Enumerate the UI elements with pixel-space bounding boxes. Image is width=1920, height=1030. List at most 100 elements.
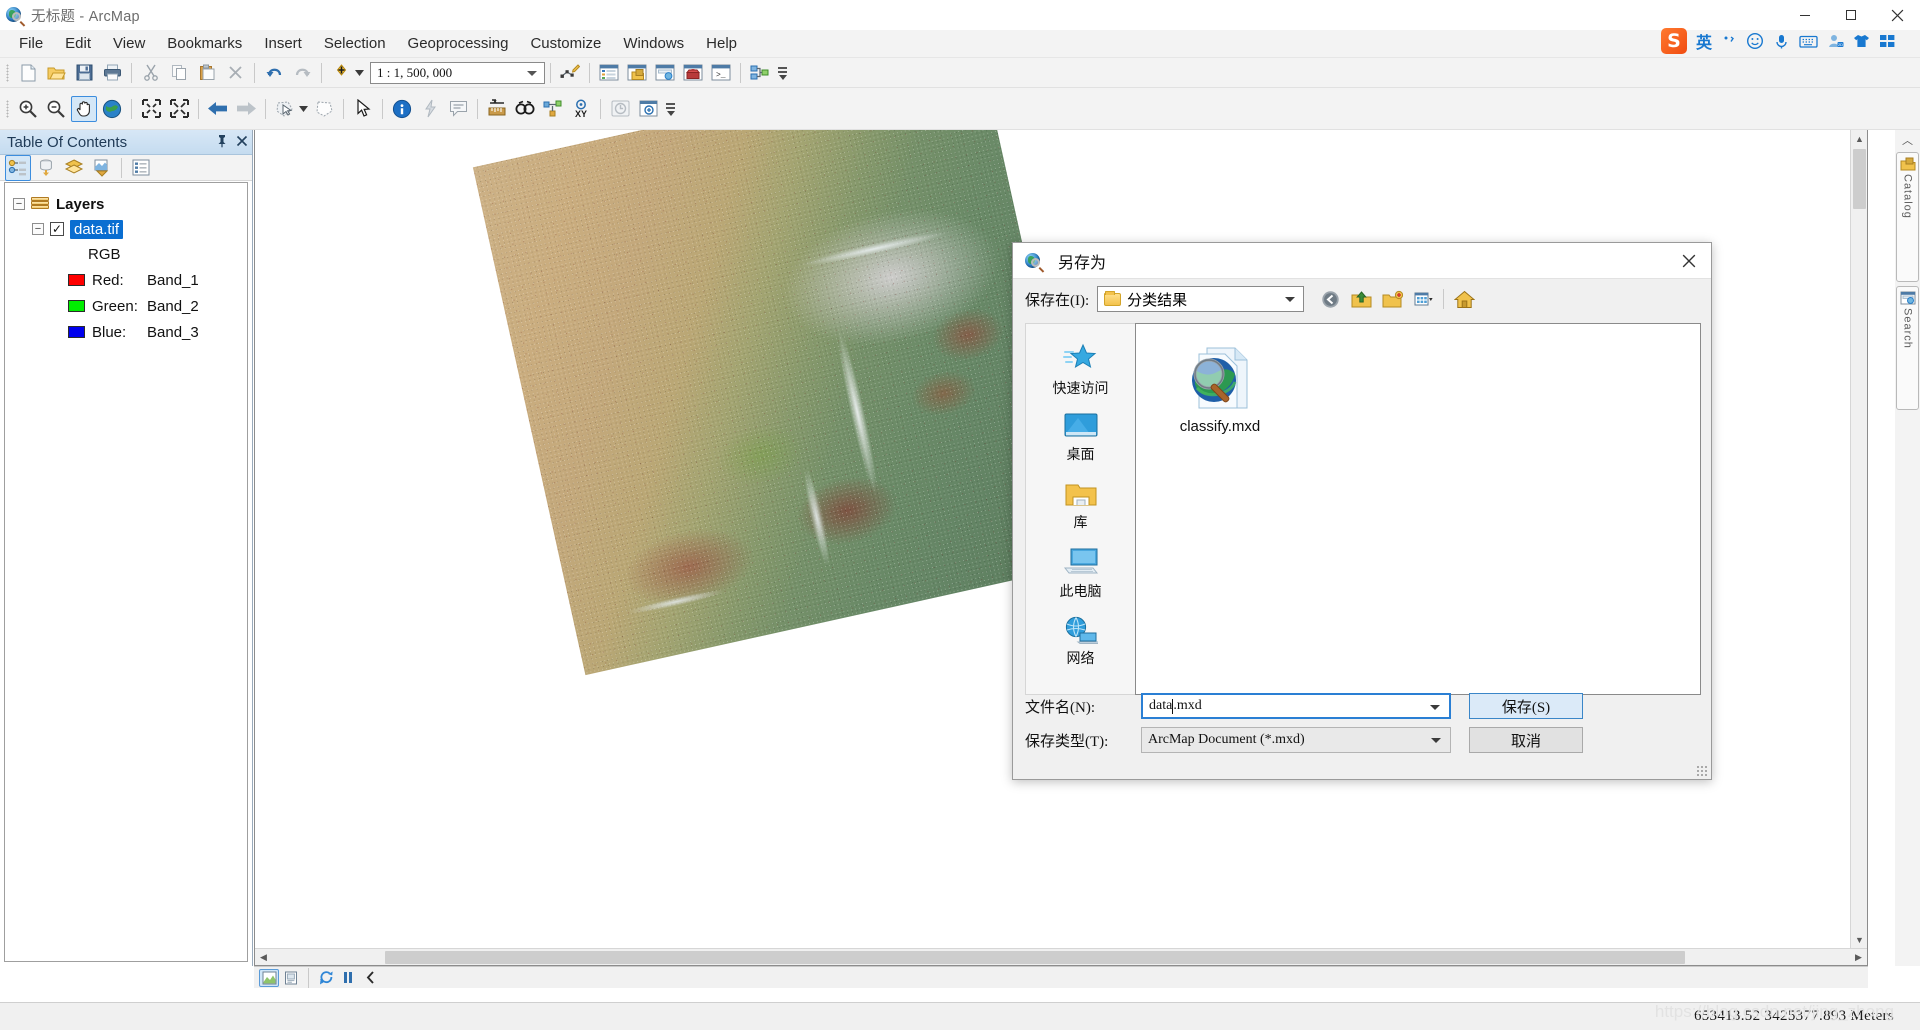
toolbar-overflow-button[interactable] xyxy=(776,56,789,90)
menu-selection[interactable]: Selection xyxy=(313,31,397,57)
green-band-swatch[interactable] xyxy=(68,300,85,312)
list-by-source-icon[interactable] xyxy=(33,155,59,181)
fixed-zoom-in-icon[interactable] xyxy=(138,96,164,122)
place-network[interactable]: 网络 xyxy=(1026,608,1135,676)
collapse-icon[interactable] xyxy=(360,969,380,987)
vertical-scroll-thumb[interactable] xyxy=(1853,149,1866,209)
filetype-combobox[interactable]: ArcMap Document (*.mxd) xyxy=(1141,727,1451,753)
toolbar-overflow-button[interactable] xyxy=(664,92,677,126)
dock-tab-catalog[interactable]: Catalog xyxy=(1896,152,1919,282)
scroll-up-icon[interactable]: ▲ xyxy=(1851,130,1867,147)
toc-node-layers[interactable]: − Layers xyxy=(5,193,247,215)
expander-layers[interactable]: − xyxy=(13,198,25,210)
editor-toolbar-icon[interactable] xyxy=(557,60,583,86)
up-one-level-icon[interactable] xyxy=(1347,286,1375,312)
place-quick-access[interactable]: 快速访问 xyxy=(1026,336,1135,404)
menu-windows[interactable]: Windows xyxy=(612,31,695,57)
save-button[interactable]: 保存(S) xyxy=(1469,693,1583,719)
zoom-in-icon[interactable] xyxy=(15,96,41,122)
list-by-drawing-order-icon[interactable] xyxy=(5,154,31,181)
go-to-xy-icon[interactable]: XY xyxy=(568,96,594,122)
menu-bookmarks[interactable]: Bookmarks xyxy=(156,31,253,57)
place-desktop[interactable]: 桌面 xyxy=(1026,404,1135,472)
measure-icon[interactable] xyxy=(484,96,510,122)
data-view-icon[interactable] xyxy=(259,968,279,987)
select-elements-icon[interactable] xyxy=(350,96,376,122)
layout-view-icon[interactable] xyxy=(281,969,301,987)
horizontal-scroll-thumb[interactable] xyxy=(385,951,1685,964)
dialog-close-button[interactable] xyxy=(1667,243,1711,279)
python-window-icon[interactable]: >_ xyxy=(708,60,734,86)
identify-icon[interactable] xyxy=(389,96,415,122)
save-icon[interactable] xyxy=(71,60,97,86)
file-list[interactable]: classify.mxd xyxy=(1135,323,1701,695)
list-by-visibility-icon[interactable] xyxy=(61,155,87,181)
map-horizontal-scrollbar[interactable]: ◀ ▶ xyxy=(255,948,1867,965)
html-popup-icon[interactable] xyxy=(445,96,471,122)
place-libraries[interactable]: 库 xyxy=(1026,472,1135,540)
menu-file[interactable]: File xyxy=(8,31,54,57)
fixed-zoom-out-icon[interactable] xyxy=(166,96,192,122)
go-forward-extent-icon[interactable] xyxy=(233,96,259,122)
blue-band-swatch[interactable] xyxy=(68,326,85,338)
undo-icon[interactable] xyxy=(261,60,287,86)
keyboard-icon[interactable] xyxy=(1799,34,1818,49)
copy-icon[interactable] xyxy=(166,60,192,86)
toolbar-grip[interactable] xyxy=(6,99,9,118)
delete-icon[interactable] xyxy=(222,60,248,86)
dock-collapse-icon[interactable]: ︿ xyxy=(1895,130,1920,148)
cut-icon[interactable] xyxy=(138,60,164,86)
modelbuilder-icon[interactable] xyxy=(747,60,773,86)
refresh-icon[interactable] xyxy=(316,969,336,987)
scroll-right-icon[interactable]: ▶ xyxy=(1850,949,1867,965)
catalog-icon[interactable] xyxy=(624,60,650,86)
options-icon[interactable] xyxy=(128,155,154,181)
open-folder-icon[interactable] xyxy=(43,60,69,86)
microphone-icon[interactable] xyxy=(1773,33,1790,50)
arctoolbox-icon[interactable] xyxy=(680,60,706,86)
add-data-icon[interactable] xyxy=(328,60,354,86)
scroll-left-icon[interactable]: ◀ xyxy=(255,949,272,965)
menu-insert[interactable]: Insert xyxy=(253,31,313,57)
menu-customize[interactable]: Customize xyxy=(519,31,612,57)
skin-icon[interactable] xyxy=(1853,33,1870,49)
redo-icon[interactable] xyxy=(289,60,315,86)
save-in-combobox[interactable]: 分类结果 xyxy=(1097,286,1305,312)
filename-input[interactable]: data .mxd xyxy=(1141,693,1451,719)
find-icon[interactable] xyxy=(512,96,538,122)
ime-mode-button[interactable]: 英 xyxy=(1696,29,1712,53)
menu-edit[interactable]: Edit xyxy=(54,31,102,57)
dock-tab-search[interactable]: Search xyxy=(1896,286,1919,410)
create-viewer-window-icon[interactable] xyxy=(635,96,661,122)
scroll-down-icon[interactable]: ▼ xyxy=(1851,931,1867,948)
back-icon[interactable] xyxy=(1316,286,1344,312)
pan-icon[interactable] xyxy=(71,95,97,122)
hyperlink-icon[interactable] xyxy=(417,96,443,122)
new-document-icon[interactable] xyxy=(15,60,41,86)
sogou-logo-icon[interactable]: S xyxy=(1660,28,1687,54)
select-features-icon[interactable] xyxy=(272,96,298,122)
red-band-swatch[interactable] xyxy=(68,274,85,286)
select-by-graphics-icon[interactable] xyxy=(311,96,337,122)
layer-visibility-checkbox[interactable]: ✓ xyxy=(50,222,64,236)
go-back-extent-icon[interactable] xyxy=(205,96,231,122)
zoom-out-icon[interactable] xyxy=(43,96,69,122)
dialog-resize-grip[interactable] xyxy=(1696,765,1708,777)
select-features-dropdown[interactable] xyxy=(299,102,310,116)
find-route-icon[interactable] xyxy=(540,96,566,122)
menu-help[interactable]: Help xyxy=(695,31,748,57)
emoji-icon[interactable] xyxy=(1746,32,1764,50)
pin-icon[interactable] xyxy=(212,134,232,151)
pause-drawing-icon[interactable] xyxy=(338,969,358,987)
view-menu-icon[interactable] xyxy=(1409,286,1437,312)
user-icon[interactable]: 2D xyxy=(1827,33,1844,49)
close-icon[interactable] xyxy=(232,135,252,150)
home-icon[interactable] xyxy=(1450,286,1478,312)
punctuation-icon[interactable] xyxy=(1721,33,1737,49)
menu-view[interactable]: View xyxy=(102,31,156,57)
new-folder-icon[interactable] xyxy=(1378,286,1406,312)
toc-node-data-tif[interactable]: − ✓ data.tif xyxy=(5,218,247,240)
expander-data-tif[interactable]: − xyxy=(32,223,44,235)
menu-geoprocessing[interactable]: Geoprocessing xyxy=(397,31,520,57)
time-slider-icon[interactable] xyxy=(607,96,633,122)
